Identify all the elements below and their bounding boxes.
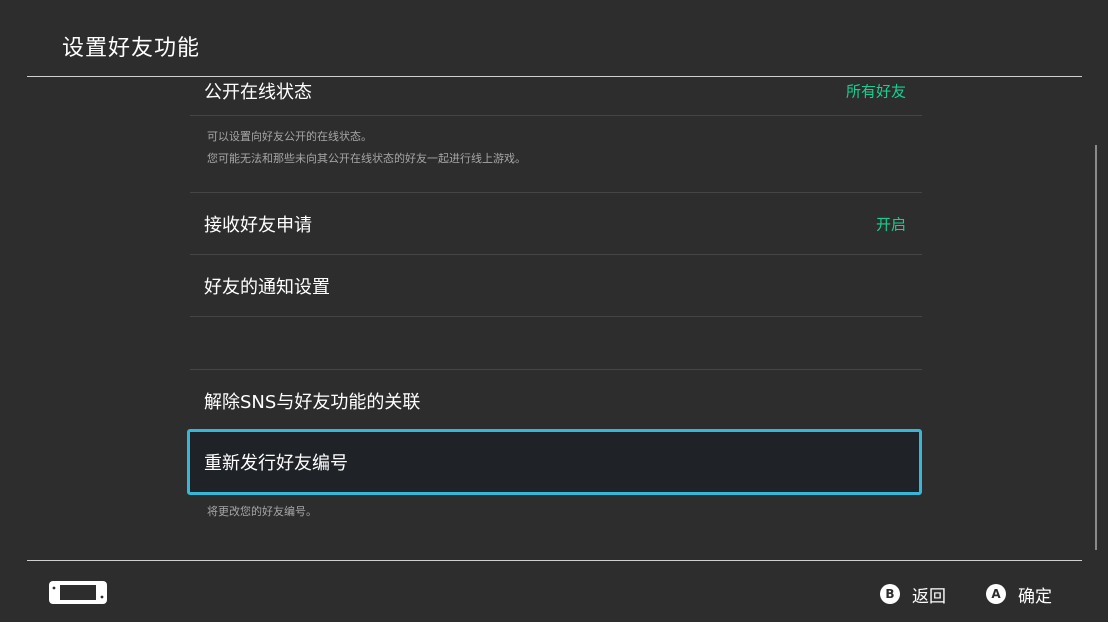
online-status-desc-line2: 您可能无法和那些未向其公开在线状态的好友一起进行线上游戏。 <box>207 152 526 165</box>
reissue-friend-code-row[interactable]: 重新发行好友编号 <box>187 429 922 495</box>
online-status-label: 公开在线状态 <box>204 82 312 103</box>
reissue-friend-code-description: 将更改您的好友编号。 <box>207 505 317 518</box>
footer-divider <box>27 560 1082 561</box>
friend-requests-row[interactable]: 接收好友申请 开启 <box>190 193 922 255</box>
friend-settings-screen: 公开在线状态 所有好友 可以设置向好友公开的在线状态。 您可能无法和那些未向其公… <box>0 0 1108 622</box>
header-bar: 设置好友功能 <box>0 0 1108 77</box>
notification-settings-label: 好友的通知设置 <box>204 276 330 298</box>
section-spacer <box>190 317 922 370</box>
b-button-icon: B <box>880 584 900 604</box>
back-action[interactable]: B 返回 <box>880 583 946 607</box>
back-label: 返回 <box>912 586 946 607</box>
confirm-action[interactable]: A 确定 <box>986 583 1052 607</box>
settings-list: 公开在线状态 所有好友 可以设置向好友公开的在线状态。 您可能无法和那些未向其公… <box>187 60 922 560</box>
header-divider <box>27 76 1082 77</box>
friend-requests-value: 开启 <box>875 215 906 233</box>
page-title: 设置好友功能 <box>62 36 201 61</box>
unlink-sns-label: 解除SNS与好友功能的关联 <box>204 392 421 413</box>
online-status-desc-line1: 可以设置向好友公开的在线状态。 <box>207 130 372 143</box>
online-status-value: 所有好友 <box>845 82 906 101</box>
scrollbar[interactable] <box>1095 145 1097 550</box>
online-status-description: 可以设置向好友公开的在线状态。 您可能无法和那些未向其公开在线状态的好友一起进行… <box>190 116 922 193</box>
a-button-icon: A <box>986 584 1006 604</box>
reissue-friend-code-label: 重新发行好友编号 <box>204 453 348 474</box>
confirm-label: 确定 <box>1018 586 1052 607</box>
notification-settings-row[interactable]: 好友的通知设置 <box>190 255 922 317</box>
unlink-sns-row[interactable]: 解除SNS与好友功能的关联 <box>190 370 922 432</box>
console-handheld-icon <box>48 580 108 605</box>
friend-requests-label: 接收好友申请 <box>204 214 312 236</box>
